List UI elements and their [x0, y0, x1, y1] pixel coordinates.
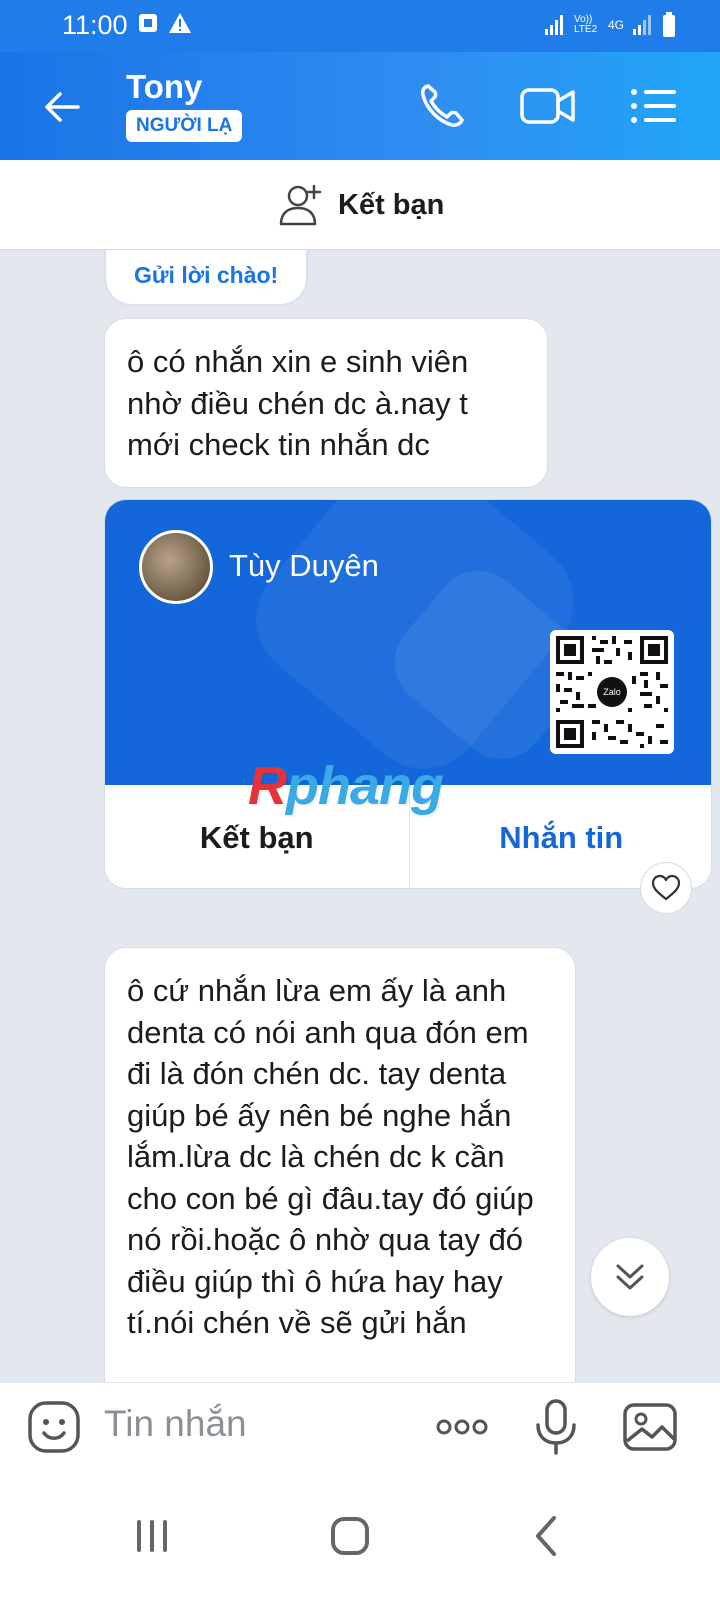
- contact-name[interactable]: Tony: [126, 68, 202, 106]
- contact-card-header: Tùy Duyên Zalo: [105, 500, 711, 785]
- add-user-icon: [279, 184, 322, 226]
- avatar[interactable]: [139, 530, 213, 604]
- signal-icon-2: [633, 15, 651, 35]
- mic-icon[interactable]: [526, 1397, 586, 1457]
- battery-icon: [663, 12, 675, 37]
- system-nav-bar: [0, 1476, 720, 1600]
- add-friend-label: Kết bạn: [338, 188, 445, 221]
- message-bubble[interactable]: ô có nhắn xin e sinh viên nhờ điều chén …: [104, 318, 548, 488]
- video-icon[interactable]: [518, 78, 578, 134]
- greeting-chip[interactable]: Gửi lời chào!: [104, 250, 309, 306]
- status-left-icons: [138, 12, 192, 34]
- status-right-icons: Vo)) LTE2 4G: [544, 12, 676, 38]
- notification-icon: [139, 14, 157, 32]
- scroll-to-bottom-button[interactable]: [591, 1238, 669, 1316]
- signal-icon: [544, 15, 563, 35]
- recent-apps-icon[interactable]: [122, 1506, 182, 1566]
- add-friend-button[interactable]: Kết bạn: [278, 182, 444, 228]
- status-time: 11:00: [62, 10, 128, 40]
- more-icon[interactable]: [432, 1397, 492, 1457]
- phone-icon[interactable]: [414, 78, 470, 134]
- reaction-button[interactable]: [640, 862, 692, 914]
- message-input[interactable]: Tin nhắn: [104, 1403, 247, 1445]
- watermark: Rphang: [248, 755, 444, 817]
- status-bar: 11:00 Vo)) LTE2 4G: [0, 0, 720, 52]
- heart-icon: [651, 874, 681, 901]
- back-arrow-icon[interactable]: [38, 82, 88, 132]
- qr-logo: Zalo: [597, 677, 627, 707]
- home-icon[interactable]: [320, 1506, 380, 1566]
- watermark-part1: R: [248, 756, 287, 816]
- stranger-badge: NGƯỜI LẠ: [126, 110, 243, 142]
- card-contact-name: Tùy Duyên: [229, 548, 379, 583]
- add-friend-bar[interactable]: Kết bạn: [0, 160, 720, 250]
- warning-icon: [169, 13, 191, 33]
- network-label: 4G: [607, 18, 624, 32]
- back-icon[interactable]: [518, 1506, 578, 1566]
- chevron-double-down-icon: [616, 1264, 644, 1290]
- chat-area[interactable]: Gửi lời chào! ô có nhắn xin e sinh viên …: [0, 250, 720, 1382]
- qr-code[interactable]: Zalo: [550, 630, 674, 754]
- watermark-part2: phang: [286, 756, 444, 816]
- chat-header: Tony NGƯỜI LẠ: [0, 52, 720, 160]
- emoji-icon[interactable]: [24, 1397, 84, 1457]
- contact-card[interactable]: Tùy Duyên Zalo Kết bạn Nhắn tin: [104, 499, 712, 889]
- image-icon[interactable]: [620, 1397, 680, 1457]
- message-input-bar: Tin nhắn: [0, 1382, 720, 1476]
- message-bubble[interactable]: ô cứ nhắn lừa em ấy là anh denta có nói …: [104, 947, 576, 1382]
- menu-icon[interactable]: [628, 78, 680, 134]
- volte-label: Vo)) LTE2: [573, 14, 598, 35]
